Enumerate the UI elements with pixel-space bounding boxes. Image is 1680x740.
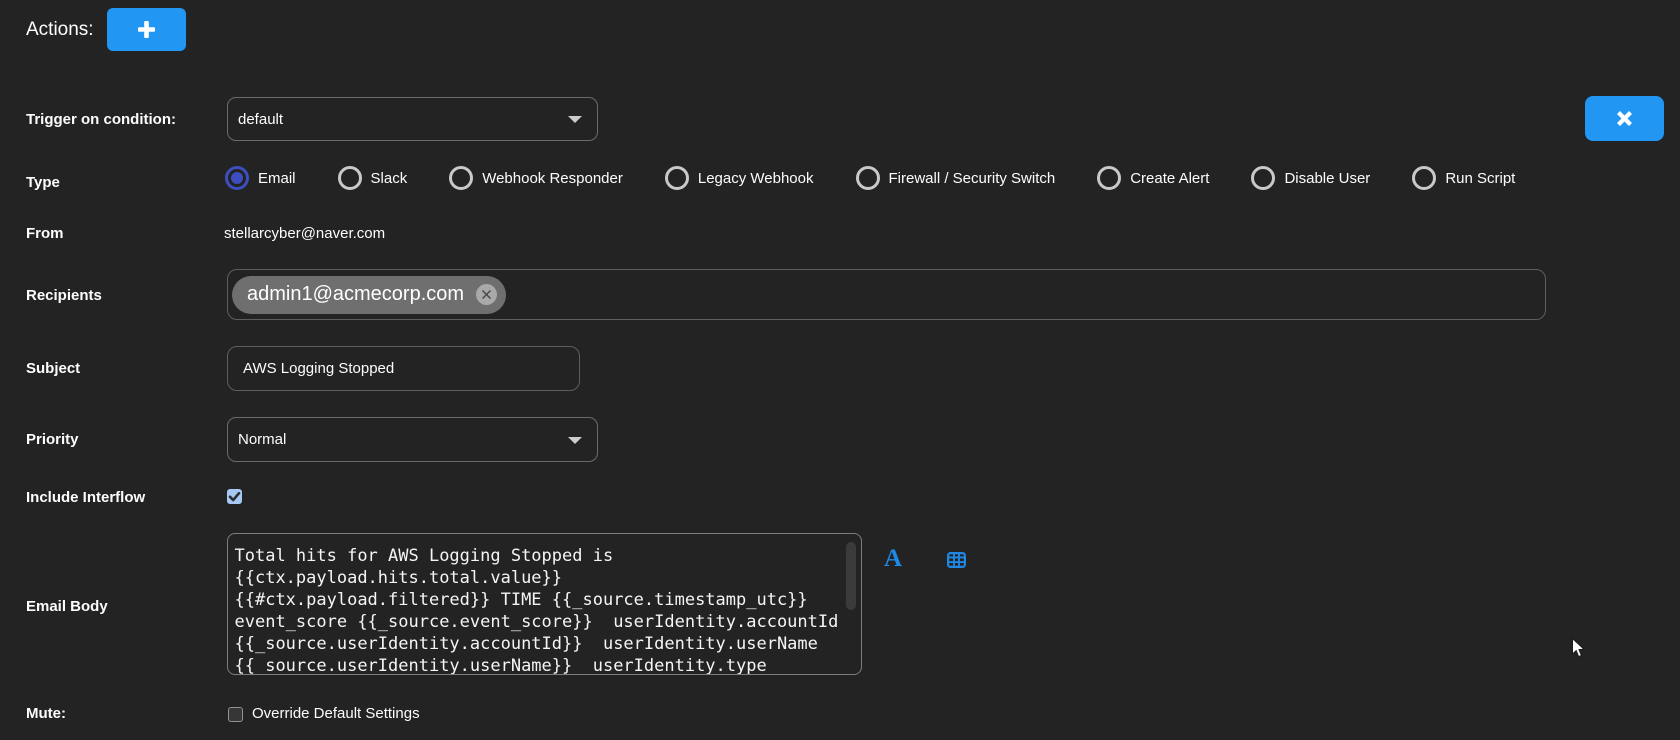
trigger-condition-select[interactable]: default xyxy=(227,97,598,141)
trigger-condition-value: default xyxy=(238,111,283,128)
radio-create-alert[interactable]: Create Alert xyxy=(1097,166,1209,190)
radio-circle-icon xyxy=(225,166,249,190)
radio-circle-icon xyxy=(665,166,689,190)
close-icon xyxy=(1617,111,1632,126)
radio-circle-icon xyxy=(856,166,880,190)
trigger-on-condition-label: Trigger on condition: xyxy=(26,111,176,128)
recipient-remove-button[interactable] xyxy=(476,284,497,305)
mouse-cursor xyxy=(1572,638,1585,658)
chevron-down-icon xyxy=(568,437,582,444)
priority-value: Normal xyxy=(238,431,286,448)
recipients-label: Recipients xyxy=(26,287,102,304)
radio-circle-icon xyxy=(1097,166,1121,190)
radio-email[interactable]: Email xyxy=(225,166,296,190)
email-body-textarea[interactable]: Total hits for AWS Logging Stopped is {{… xyxy=(228,534,861,674)
radio-circle-icon xyxy=(1412,166,1436,190)
table-icon[interactable] xyxy=(947,552,966,568)
include-interflow-checkbox[interactable] xyxy=(227,489,242,504)
from-value: stellarcyber@naver.com xyxy=(224,225,385,242)
from-label: From xyxy=(26,225,64,242)
add-action-button[interactable] xyxy=(107,8,186,51)
font-icon[interactable]: A xyxy=(884,546,902,571)
remove-icon xyxy=(482,290,491,299)
radio-firewall-security-switch[interactable]: Firewall / Security Switch xyxy=(856,166,1056,190)
email-body-label: Email Body xyxy=(26,598,108,615)
radio-run-script[interactable]: Run Script xyxy=(1412,166,1515,190)
priority-select[interactable]: Normal xyxy=(227,417,598,462)
mute-override-checkbox[interactable] xyxy=(228,707,243,722)
scrollbar-thumb[interactable] xyxy=(846,542,856,610)
radio-circle-icon xyxy=(338,166,362,190)
type-radio-group: Email Slack Webhook Responder Legacy Web… xyxy=(225,166,1515,190)
recipients-input[interactable]: admin1@acmecorp.com xyxy=(227,269,1546,320)
chevron-down-icon xyxy=(568,116,582,123)
mute-override-label: Override Default Settings xyxy=(252,705,420,722)
radio-slack[interactable]: Slack xyxy=(338,166,408,190)
radio-legacy-webhook[interactable]: Legacy Webhook xyxy=(665,166,814,190)
radio-webhook-responder[interactable]: Webhook Responder xyxy=(449,166,623,190)
subject-input[interactable] xyxy=(227,346,580,391)
radio-disable-user[interactable]: Disable User xyxy=(1251,166,1370,190)
recipient-chip: admin1@acmecorp.com xyxy=(232,276,506,314)
include-interflow-label: Include Interflow xyxy=(26,489,145,506)
mute-label: Mute: xyxy=(26,705,66,722)
actions-label: Actions: xyxy=(26,19,94,41)
email-body-field: Total hits for AWS Logging Stopped is {{… xyxy=(227,533,862,675)
recipient-chip-email: admin1@acmecorp.com xyxy=(247,283,464,306)
checkmark-icon xyxy=(227,489,242,504)
subject-label: Subject xyxy=(26,360,80,377)
close-action-button[interactable] xyxy=(1585,96,1664,141)
type-label: Type xyxy=(26,174,60,191)
priority-label: Priority xyxy=(26,431,79,448)
plus-icon xyxy=(138,21,155,38)
radio-circle-icon xyxy=(449,166,473,190)
radio-circle-icon xyxy=(1251,166,1275,190)
